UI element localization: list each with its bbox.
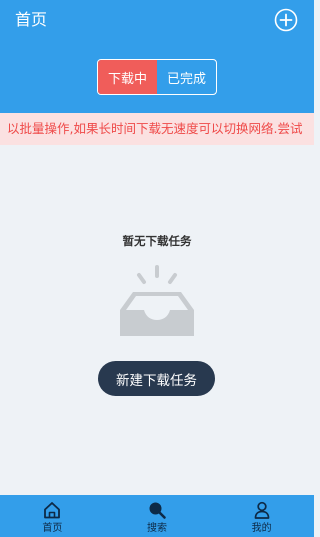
tab-downloading[interactable]: 下载中: [98, 60, 157, 94]
empty-state-message: 暂无下载任务: [122, 234, 192, 248]
profile-icon: [254, 501, 270, 519]
page-title: 首页: [15, 10, 48, 29]
create-download-task-button[interactable]: 新建下载任务: [98, 361, 215, 396]
top-header: 首页 下载中 已完成: [0, 0, 314, 113]
nav-label-home: 首页: [42, 523, 63, 534]
nav-item-home[interactable]: 首页: [0, 495, 105, 537]
plus-circle-icon[interactable]: [274, 8, 298, 32]
notice-text: 以批量操作,如果长时间下载无速度可以切换网络.尝试: [7, 121, 303, 136]
empty-inbox-icon: [120, 265, 194, 336]
bottom-nav: 首页 搜索 我的: [0, 495, 314, 537]
home-icon: [44, 502, 61, 519]
download-status-segment: 下载中 已完成: [97, 59, 217, 95]
tab-completed[interactable]: 已完成: [157, 60, 216, 94]
nav-label-profile: 我的: [251, 523, 272, 534]
nav-label-search: 搜索: [147, 523, 167, 534]
nav-item-search[interactable]: 搜索: [105, 495, 210, 537]
notice-banner: 以批量操作,如果长时间下载无速度可以切换网络.尝试: [0, 113, 314, 145]
search-icon: [149, 502, 166, 519]
nav-item-profile[interactable]: 我的: [209, 495, 314, 537]
